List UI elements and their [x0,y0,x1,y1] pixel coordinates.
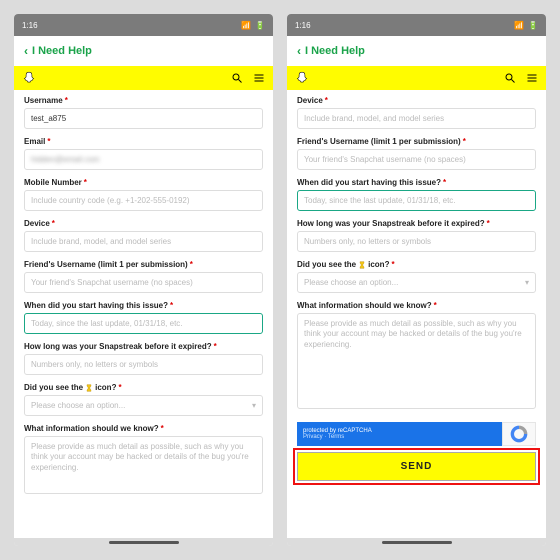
info-textarea[interactable] [24,436,263,494]
chevron-down-icon: ▾ [252,401,256,410]
email-label: Email [24,137,45,146]
mobile-label: Mobile Number [24,178,82,187]
friend-input[interactable] [24,272,263,293]
when-label: When did you start having this issue? [24,301,168,310]
username-input[interactable] [24,108,263,129]
hourglass-label-before: Did you see the [297,260,356,269]
back-chevron-icon[interactable]: ‹ [24,44,28,58]
recaptcha-badge-icon [502,422,536,446]
howlong-label: How long was your Snapstreak before it e… [24,342,212,351]
topbar [14,66,273,90]
recaptcha-links[interactable]: Privacy · Terms [303,434,496,440]
friend-input[interactable] [297,149,536,170]
hourglass-icon [358,261,366,269]
when-label: When did you start having this issue? [297,178,441,187]
battery-icon: 🔋 [528,21,538,30]
hourglass-label-after: icon? [95,383,116,392]
friend-label: Friend's Username (limit 1 per submissio… [297,137,461,146]
username-label: Username [24,96,63,105]
email-input[interactable]: hidden@email.com [24,149,263,170]
when-input[interactable] [297,190,536,211]
howlong-label: How long was your Snapstreak before it e… [297,219,485,228]
hourglass-icon [85,384,93,392]
menu-icon[interactable] [253,72,265,84]
device-label: Device [24,219,50,228]
hourglass-label-before: Did you see the [24,383,83,392]
nav-title: I Need Help [32,45,92,57]
search-icon[interactable] [504,72,516,84]
nav-title: I Need Help [305,45,365,57]
form-right: Device* Friend's Username (limit 1 per s… [287,90,546,538]
status-bar: 1:16 📶 🔋 [14,14,273,36]
wifi-icon: 📶 [514,21,524,30]
device-input[interactable] [24,231,263,252]
when-input[interactable] [24,313,263,334]
form-left: Username* Email* hidden@email.com Mobile… [14,90,273,538]
device-label: Device [297,96,323,105]
howlong-input[interactable] [297,231,536,252]
nav-bar-bottom [287,538,546,546]
hourglass-label-after: icon? [368,260,389,269]
howlong-input[interactable] [24,354,263,375]
ghost-icon [295,71,309,85]
status-time: 1:16 [22,21,38,30]
hourglass-select[interactable]: Please choose an option... ▾ [297,272,536,293]
status-bar: 1:16 📶 🔋 [287,14,546,36]
topbar [287,66,546,90]
nav-bar-bottom [14,538,273,546]
friend-label: Friend's Username (limit 1 per submissio… [24,260,188,269]
chevron-down-icon: ▾ [525,278,529,287]
back-chevron-icon[interactable]: ‹ [297,44,301,58]
phone-left: 1:16 📶 🔋 ‹ I Need Help Username* Email* … [14,14,273,546]
device-input[interactable] [297,108,536,129]
mobile-input[interactable] [24,190,263,211]
battery-icon: 🔋 [255,21,265,30]
nav-bar[interactable]: ‹ I Need Help [287,36,546,66]
nav-bar[interactable]: ‹ I Need Help [14,36,273,66]
hourglass-select[interactable]: Please choose an option... ▾ [24,395,263,416]
recaptcha: protected by reCAPTCHA Privacy · Terms [297,422,536,446]
search-icon[interactable] [231,72,243,84]
info-label: What information should we know? [297,301,432,310]
send-button[interactable]: SEND [297,452,536,481]
phone-right: 1:16 📶 🔋 ‹ I Need Help Device* Friend's … [287,14,546,546]
menu-icon[interactable] [526,72,538,84]
wifi-icon: 📶 [241,21,251,30]
status-time: 1:16 [295,21,311,30]
info-label: What information should we know? [24,424,159,433]
info-textarea[interactable] [297,313,536,409]
ghost-icon [22,71,36,85]
